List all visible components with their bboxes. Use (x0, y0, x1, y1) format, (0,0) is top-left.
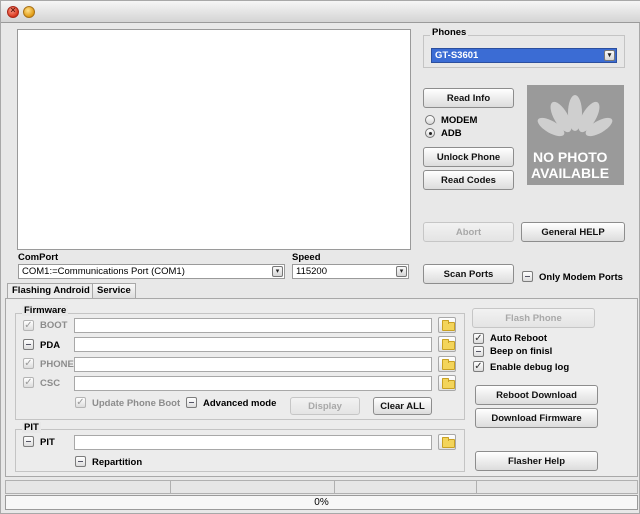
phone-photo: NO PHOTO AVAILABLE (527, 85, 624, 185)
folder-icon[interactable] (438, 375, 456, 391)
tab-flashing-android[interactable]: Flashing Android (7, 283, 95, 299)
folder-icon[interactable] (438, 336, 456, 352)
general-help-button[interactable]: General HELP (521, 222, 625, 242)
modem-label: MODEM (441, 115, 478, 126)
folder-icon[interactable] (438, 356, 456, 372)
speed-select[interactable]: 115200 ▾ (292, 264, 409, 279)
no-photo-line1: NO PHOTO (533, 149, 608, 165)
phone-select[interactable]: GT-S3601 ▾ (431, 48, 617, 63)
pda-file-field[interactable] (74, 337, 432, 352)
progress-bar: 0% (5, 495, 638, 510)
comport-select-value: COM1:=Communications Port (COM1) (22, 266, 185, 277)
read-info-button[interactable]: Read Info (423, 88, 514, 108)
advanced-mode-checkbox[interactable] (186, 397, 197, 408)
repartition-label: Repartition (92, 457, 143, 468)
abort-button[interactable]: Abort (423, 222, 514, 242)
tab-service[interactable]: Service (92, 283, 136, 298)
phone-select-value: GT-S3601 (435, 50, 479, 61)
auto-reboot-label: Auto Reboot (490, 333, 547, 344)
comport-select[interactable]: COM1:=Communications Port (COM1) ▾ (18, 264, 285, 279)
chevron-down-icon[interactable]: ▾ (272, 266, 283, 277)
chevron-down-icon[interactable]: ▾ (396, 266, 407, 277)
adb-label: ADB (441, 128, 462, 139)
app-window: × Phones GT-S3601 ▾ Read Info MODEM ADB … (0, 0, 640, 514)
phones-label: Phones (430, 27, 469, 38)
only-modem-ports-label: Only Modem Ports (539, 272, 623, 283)
only-modem-ports-checkbox[interactable] (522, 271, 533, 282)
modem-radio[interactable] (425, 115, 435, 125)
close-icon[interactable]: × (7, 5, 19, 18)
update-phone-boot-checkbox[interactable]: ✓ (75, 397, 86, 408)
download-firmware-button[interactable]: Download Firmware (475, 408, 598, 428)
csc-checkbox[interactable]: ✓ (23, 377, 34, 388)
enable-debug-log-label: Enable debug log (490, 362, 570, 373)
comport-label: ComPort (18, 252, 59, 263)
phone-label: PHONE (40, 359, 74, 370)
advanced-mode-label: Advanced mode (203, 398, 277, 409)
folder-icon[interactable] (438, 434, 456, 450)
beep-on-finish-label: Beep on finisl (490, 346, 553, 357)
pda-label: PDA (40, 340, 61, 351)
phone-file-field[interactable] (74, 357, 432, 372)
speed-select-value: 115200 (296, 266, 327, 277)
pit-checkbox[interactable] (23, 436, 34, 447)
pda-checkbox[interactable] (23, 339, 34, 350)
phone-checkbox[interactable]: ✓ (23, 358, 34, 369)
read-codes-button[interactable]: Read Codes (423, 170, 514, 190)
enable-debug-log-checkbox[interactable]: ✓ (473, 361, 484, 372)
pit-group-label: PIT (22, 422, 41, 433)
status-divider (334, 481, 335, 493)
minimize-icon[interactable] (23, 6, 35, 18)
clear-all-button[interactable]: Clear ALL (373, 397, 432, 415)
pit-label: PIT (40, 437, 55, 448)
beep-on-finish-checkbox[interactable] (473, 346, 484, 357)
boot-label: BOOT (40, 320, 68, 331)
speed-label: Speed (292, 252, 321, 263)
auto-reboot-checkbox[interactable]: ✓ (473, 333, 484, 344)
chevron-down-icon[interactable]: ▾ (604, 50, 615, 61)
no-photo-line2: AVAILABLE (531, 165, 610, 181)
title-bar: × (1, 1, 640, 23)
status-divider (170, 481, 171, 493)
flash-phone-button[interactable]: Flash Phone (472, 308, 595, 328)
reboot-download-button[interactable]: Reboot Download (475, 385, 598, 405)
repartition-checkbox[interactable] (75, 456, 86, 467)
folder-icon[interactable] (438, 317, 456, 333)
csc-file-field[interactable] (74, 376, 432, 391)
boot-file-field[interactable] (74, 318, 432, 333)
firmware-label: Firmware (22, 305, 69, 316)
update-phone-boot-label: Update Phone Boot (92, 398, 181, 409)
progress-text: 0% (314, 497, 329, 508)
pit-file-field[interactable] (74, 435, 432, 450)
display-button[interactable]: Display (290, 397, 360, 415)
log-output[interactable] (17, 29, 411, 250)
adb-radio[interactable] (425, 128, 435, 138)
csc-label: CSC (40, 378, 61, 389)
boot-checkbox[interactable]: ✓ (23, 320, 34, 331)
status-bar (5, 480, 638, 494)
unlock-phone-button[interactable]: Unlock Phone (423, 147, 514, 167)
status-divider (476, 481, 477, 493)
scan-ports-button[interactable]: Scan Ports (423, 264, 514, 284)
flasher-help-button[interactable]: Flasher Help (475, 451, 598, 471)
